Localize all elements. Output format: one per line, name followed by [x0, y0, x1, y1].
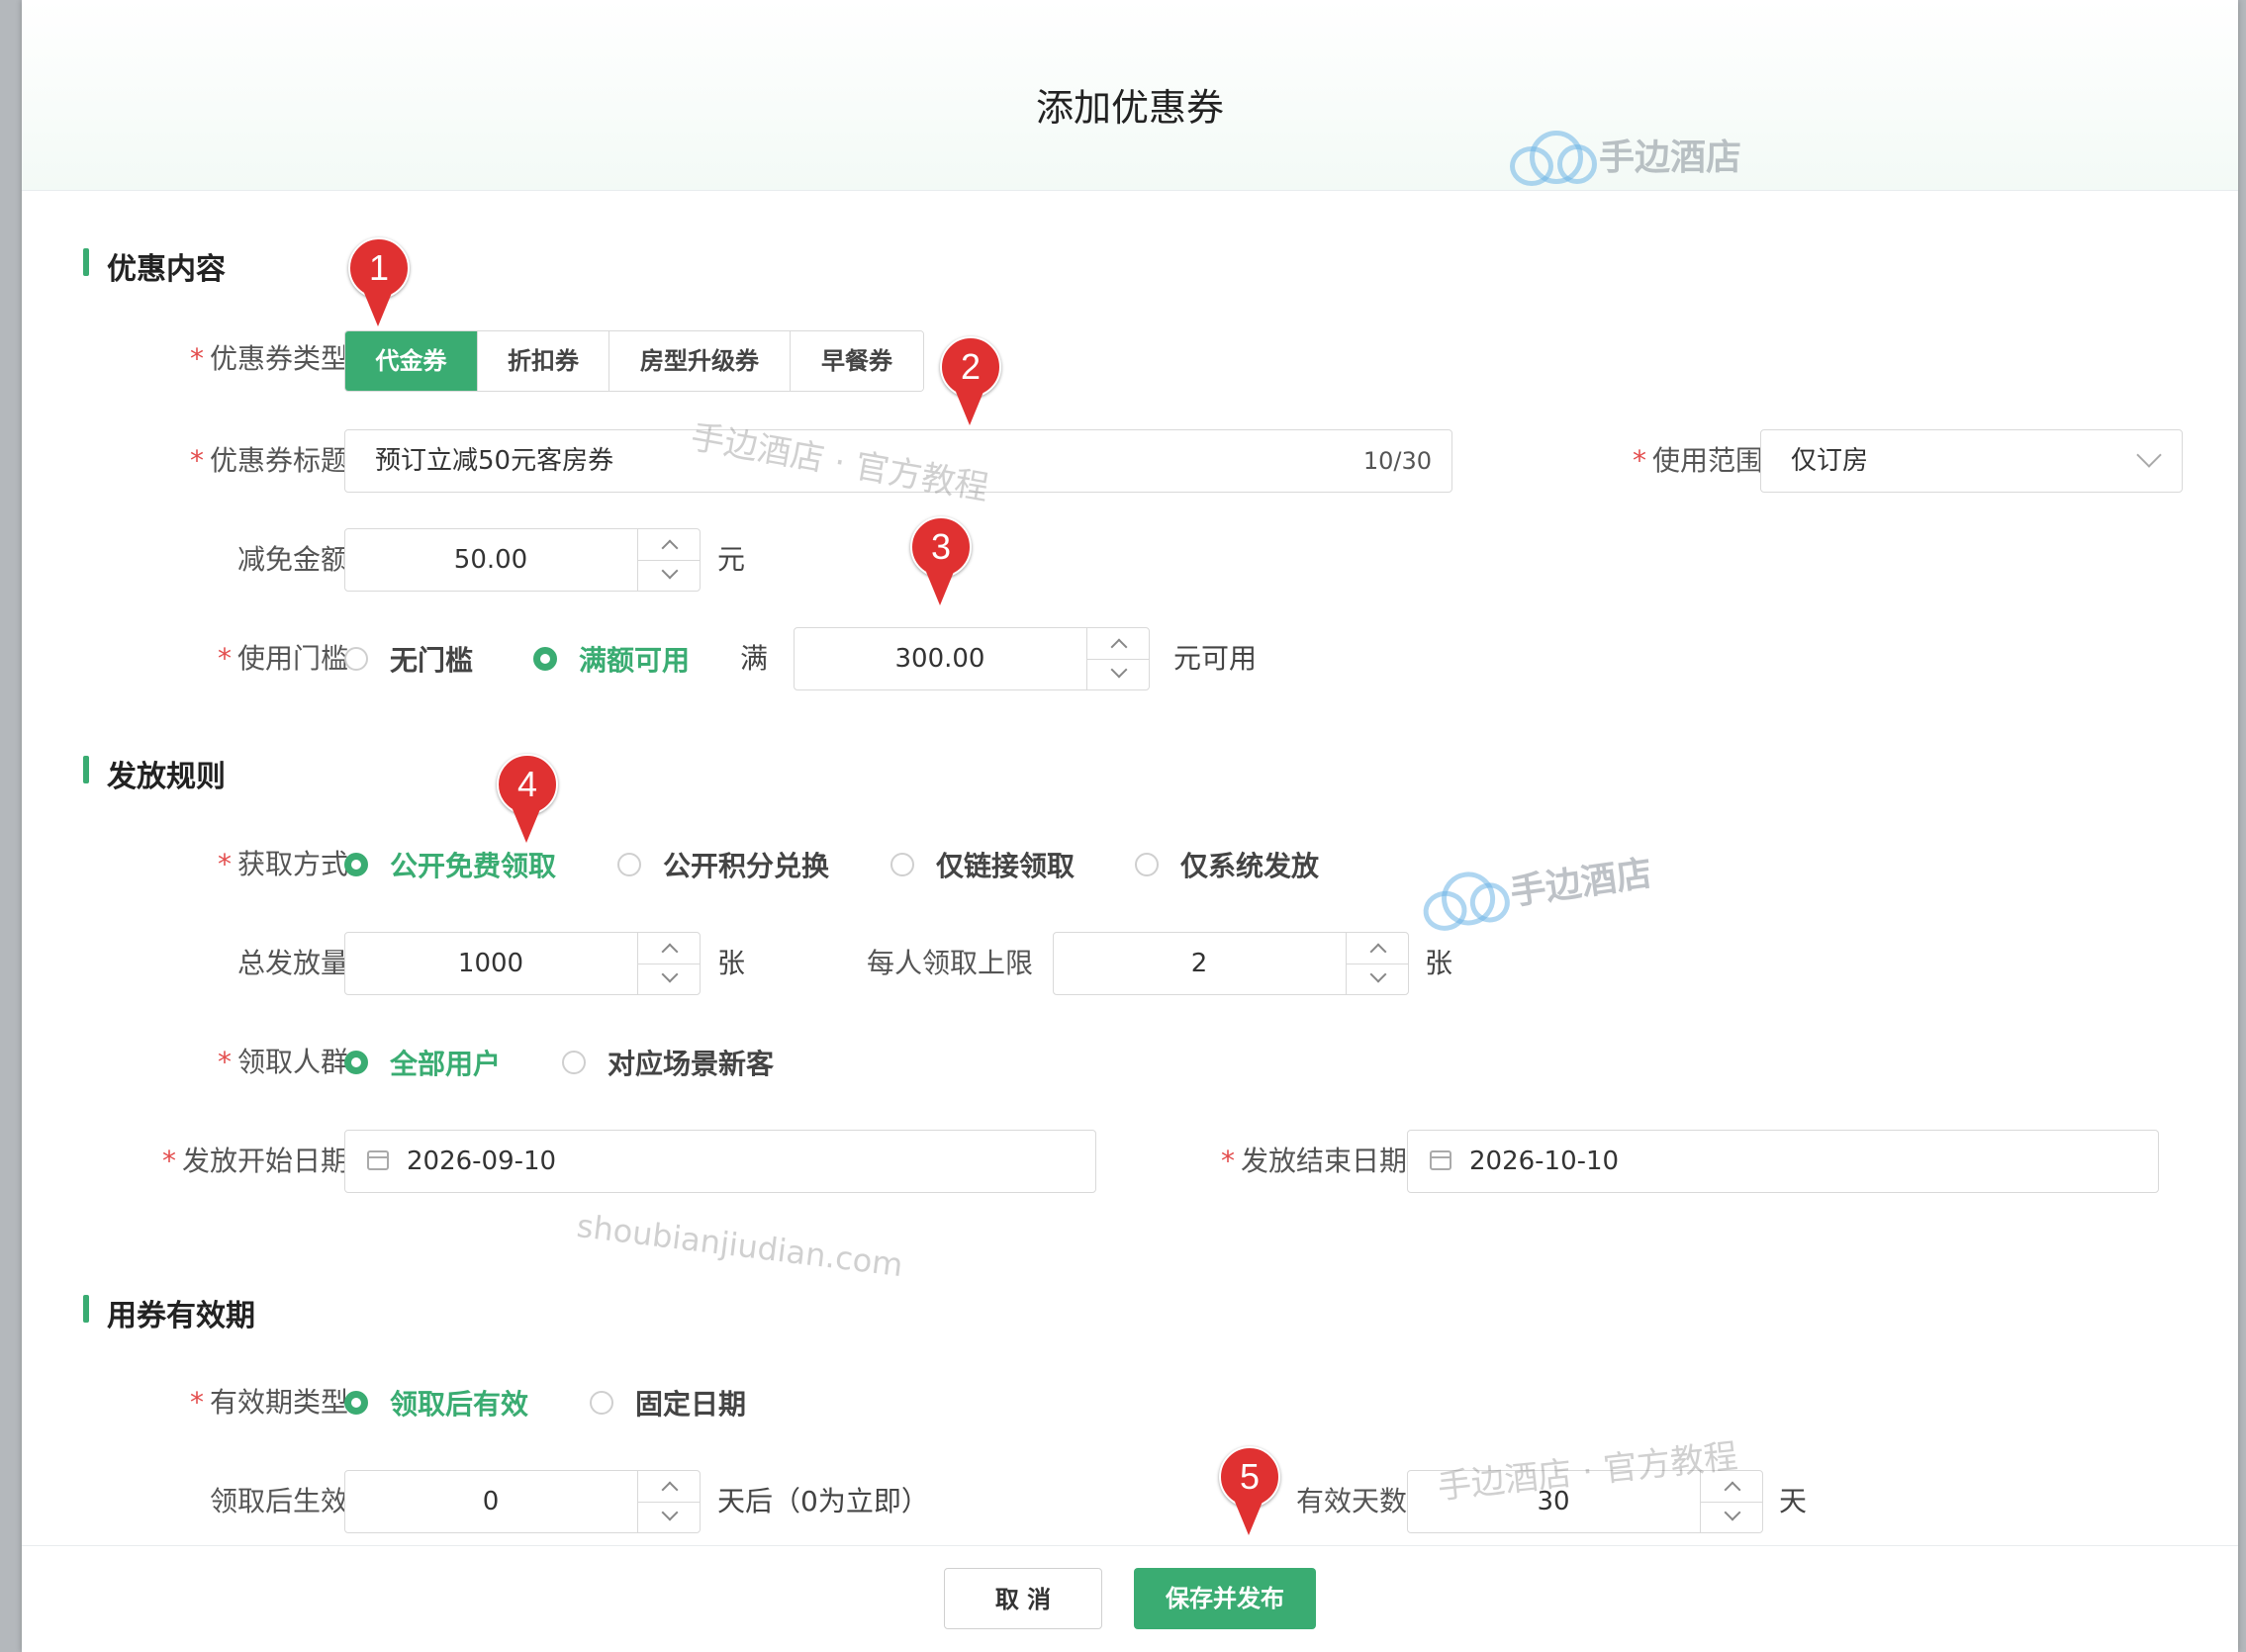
modal-title: 添加优惠券	[1035, 86, 1224, 130]
decrement-icon[interactable]	[638, 1502, 700, 1532]
audience-all-radio[interactable]: 全部用户	[344, 1031, 501, 1094]
threshold-full-amount-radio[interactable]: 满额可用	[533, 627, 690, 690]
increment-icon[interactable]	[1087, 628, 1149, 660]
stepper-controls	[1346, 933, 1408, 994]
radio-circle	[344, 1391, 368, 1415]
validity-after-claim-radio[interactable]: 领取后有效	[344, 1371, 528, 1434]
discount-amount-value: 50.00	[453, 545, 528, 575]
cloud-logo-icon	[1506, 129, 1597, 186]
discount-amount-label: 减免金额	[236, 543, 348, 576]
stepper-controls	[637, 529, 700, 591]
total-issue-label: 总发放量	[236, 947, 348, 979]
radio-circle	[1135, 853, 1159, 876]
stepper-controls	[1700, 1471, 1762, 1532]
coupon-title-label: * 优惠券标题	[189, 444, 348, 477]
cancel-button[interactable]: 取 消	[944, 1568, 1102, 1629]
radio-circle	[590, 1391, 613, 1415]
coupon-type-discount[interactable]: 折扣券	[478, 331, 609, 391]
issue-end-date-picker[interactable]: 2026-10-10	[1407, 1130, 2159, 1193]
issue-start-value: 2026-09-10	[407, 1147, 557, 1176]
total-issue-stepper[interactable]: 1000	[344, 932, 701, 995]
brand-watermark: 手边酒店	[1506, 129, 1741, 186]
decrement-icon[interactable]	[638, 964, 700, 994]
step-marker-3: 3	[910, 516, 972, 609]
brand-watermark: 手边酒店	[1415, 845, 1655, 934]
radio-circle	[344, 853, 368, 876]
usage-scope-value: 仅订房	[1791, 446, 1869, 476]
modal-header: 添加优惠券	[22, 0, 2238, 191]
modal-footer: 取 消 保存并发布	[22, 1545, 2238, 1652]
threshold-prefix: 满	[740, 642, 769, 675]
increment-icon[interactable]	[638, 529, 700, 561]
chevron-down-icon	[2136, 442, 2162, 468]
issue-end-label: * 发放结束日期	[1220, 1145, 1407, 1177]
audience-new-customer-radio[interactable]: 对应场景新客	[562, 1031, 774, 1094]
step-marker-1: 1	[348, 237, 410, 330]
effective-after-stepper[interactable]: 0	[344, 1470, 701, 1533]
per-user-limit-stepper[interactable]: 2	[1053, 932, 1409, 995]
coupon-type-label: * 优惠券类型	[189, 342, 348, 375]
stepper-controls	[637, 1471, 700, 1532]
threshold-label: * 使用门槛	[217, 642, 348, 675]
radio-circle	[890, 853, 914, 876]
validity-fixed-date-radio[interactable]: 固定日期	[590, 1371, 746, 1434]
increment-icon[interactable]	[1347, 933, 1408, 964]
increment-icon[interactable]	[638, 1471, 700, 1503]
discount-amount-unit: 元	[717, 543, 746, 576]
add-coupon-modal: 添加优惠券 优惠内容 * 优惠券类型 代金券 折扣券 房型升级券 早餐券 * 优惠券…	[22, 0, 2238, 1652]
step-marker-5: 5	[1219, 1446, 1280, 1539]
audience-label: * 领取人群	[217, 1046, 348, 1078]
acquire-method-label: * 获取方式	[217, 848, 348, 880]
per-user-limit-label: 每人领取上限	[866, 947, 1033, 979]
effective-after-value: 0	[482, 1487, 500, 1516]
domain-watermark: shoubianjiudian.com	[574, 1206, 905, 1285]
per-user-limit-value: 2	[1190, 949, 1208, 978]
decrement-icon[interactable]	[638, 560, 700, 591]
cloud-logo-icon	[1415, 866, 1513, 934]
radio-circle	[344, 647, 368, 671]
per-user-limit-unit: 张	[1425, 947, 1453, 979]
usage-scope-label: * 使用范围	[1632, 444, 1763, 477]
radio-circle	[617, 853, 641, 876]
usage-scope-select[interactable]: 仅订房	[1760, 429, 2183, 493]
section-title-validity: 用券有效期	[83, 1291, 255, 1334]
coupon-type-breakfast[interactable]: 早餐券	[791, 331, 923, 391]
valid-days-unit: 天	[1779, 1485, 1808, 1517]
issue-start-label: * 发放开始日期	[161, 1145, 348, 1177]
step-marker-2: 2	[940, 336, 1001, 429]
coupon-type-segmented: 代金券 折扣券 房型升级券 早餐券	[344, 330, 924, 392]
save-publish-button[interactable]: 保存并发布	[1134, 1568, 1316, 1629]
radio-circle	[562, 1051, 586, 1074]
threshold-amount-stepper[interactable]: 300.00	[794, 627, 1150, 690]
effective-after-unit: 天后（0为立即）	[717, 1485, 929, 1517]
section-title-issue: 发放规则	[83, 752, 226, 795]
validity-type-label: * 有效期类型	[189, 1386, 348, 1419]
decrement-icon[interactable]	[1347, 964, 1408, 994]
acquire-points-radio[interactable]: 公开积分兑换	[617, 833, 829, 896]
stepper-controls	[637, 933, 700, 994]
decrement-icon[interactable]	[1087, 659, 1149, 689]
step-marker-4: 4	[497, 754, 558, 847]
acquire-link-radio[interactable]: 仅链接领取	[890, 833, 1075, 896]
effective-after-label: 领取后生效	[209, 1485, 348, 1517]
total-issue-value: 1000	[457, 949, 524, 978]
coupon-title-value: 预订立减50元客房券	[375, 446, 614, 476]
discount-amount-stepper[interactable]: 50.00	[344, 528, 701, 592]
stepper-controls	[1086, 628, 1149, 689]
increment-icon[interactable]	[638, 933, 700, 964]
issue-end-value: 2026-10-10	[1469, 1147, 1620, 1176]
acquire-system-radio[interactable]: 仅系统发放	[1135, 833, 1319, 896]
radio-circle	[344, 1051, 368, 1074]
threshold-suffix: 元可用	[1173, 642, 1258, 675]
coupon-type-cash[interactable]: 代金券	[345, 331, 478, 391]
calendar-icon	[367, 1150, 389, 1170]
calendar-icon	[1430, 1150, 1451, 1170]
radio-circle	[533, 647, 557, 671]
threshold-none-radio[interactable]: 无门槛	[344, 627, 473, 690]
section-title-content: 优惠内容	[83, 244, 226, 288]
decrement-icon[interactable]	[1701, 1502, 1762, 1532]
coupon-type-room-upgrade[interactable]: 房型升级券	[609, 331, 791, 391]
threshold-amount-value: 300.00	[894, 644, 985, 674]
